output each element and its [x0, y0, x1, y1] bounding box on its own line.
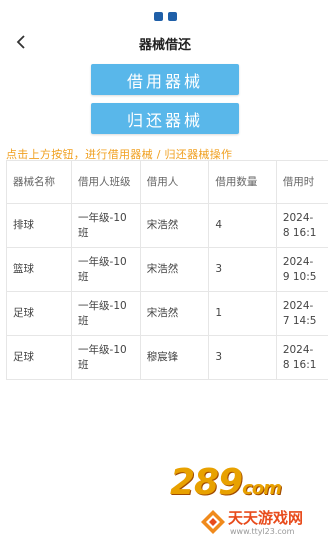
- class-cell: 一年级-10班: [71, 203, 141, 248]
- class-cell: 一年级-10班: [71, 335, 141, 380]
- column-header-borrower: 借用人: [139, 160, 210, 204]
- equipment-cell: 排球: [6, 203, 73, 248]
- page-title: 器械借还: [138, 38, 191, 53]
- borrow-records-table[interactable]: 器械名称 借用人班级 借用人 借用数量 借用时 排球 一年级-10班 宋浩然 4…: [6, 160, 328, 380]
- quantity-cell: 3: [208, 247, 277, 292]
- time-cell: 2024- 8 16:1: [275, 203, 328, 248]
- borrow-equipment-button[interactable]: 借用器械: [91, 64, 239, 95]
- status-icon: [167, 12, 177, 21]
- table-row[interactable]: 足球 一年级-10班 穆宸锋 3 2024- 8 16:1: [6, 335, 328, 380]
- equipment-cell: 足球: [6, 291, 73, 336]
- quantity-cell: 3: [208, 335, 277, 380]
- time-cell: 2024- 7 14:5: [275, 291, 328, 336]
- quantity-cell: 1: [208, 291, 277, 336]
- watermark-site-url: www.ttyl23.com: [230, 527, 295, 536]
- borrower-cell: 穆宸锋: [139, 335, 210, 380]
- watermark-brand-number: 289: [170, 462, 243, 503]
- watermark-site-name: 天天游戏网: [228, 509, 304, 527]
- watermark-brand: 289com: [170, 462, 282, 503]
- status-indicators: [0, 12, 330, 21]
- quantity-cell: 4: [208, 203, 277, 248]
- time-cell: 2024- 8 16:1: [275, 335, 328, 380]
- borrower-cell: 宋浩然: [139, 291, 210, 336]
- table-header-row: 器械名称 借用人班级 借用人 借用数量 借用时: [6, 160, 328, 204]
- column-header-class: 借用人班级: [71, 160, 141, 204]
- table-row[interactable]: 排球 一年级-10班 宋浩然 4 2024- 8 16:1: [6, 203, 328, 248]
- status-icon: [153, 12, 163, 21]
- equipment-cell: 足球: [6, 335, 73, 380]
- header-bar: 器械借还: [0, 28, 330, 58]
- class-cell: 一年级-10班: [71, 291, 141, 336]
- borrower-cell: 宋浩然: [139, 203, 210, 248]
- time-cell: 2024- 9 10:5: [275, 247, 328, 292]
- column-header-equipment: 器械名称: [6, 160, 73, 204]
- column-header-quantity: 借用数量: [208, 160, 277, 204]
- table-row[interactable]: 足球 一年级-10班 宋浩然 1 2024- 7 14:5: [6, 291, 328, 336]
- table-row[interactable]: 篮球 一年级-10班 宋浩然 3 2024- 9 10:5: [6, 247, 328, 292]
- class-cell: 一年级-10班: [71, 247, 141, 292]
- return-equipment-button[interactable]: 归还器械: [91, 103, 239, 134]
- borrower-cell: 宋浩然: [139, 247, 210, 292]
- site-logo-icon: [201, 510, 225, 534]
- column-header-time: 借用时: [275, 160, 328, 204]
- watermark-brand-suffix: com: [242, 478, 282, 499]
- equipment-cell: 篮球: [6, 247, 73, 292]
